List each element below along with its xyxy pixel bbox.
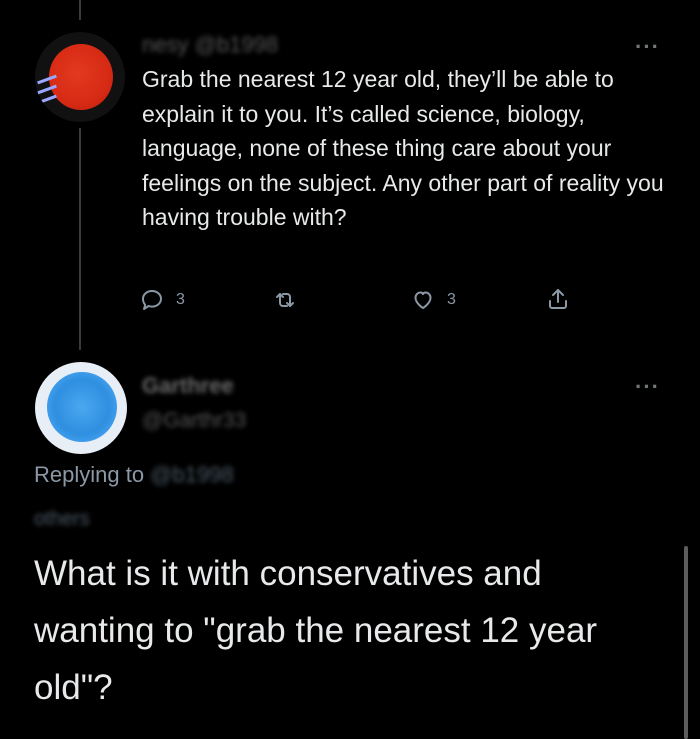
- thread-line: [79, 128, 81, 350]
- retweet-icon: [276, 293, 294, 307]
- avatar[interactable]: [35, 362, 127, 454]
- display-name[interactable]: Garthree: [142, 373, 234, 399]
- replying-to-handle[interactable]: @b1998: [150, 462, 234, 487]
- reply-button[interactable]: 3: [140, 288, 185, 312]
- replying-to-label: Replying to: [34, 462, 145, 487]
- retweet-button[interactable]: [273, 288, 297, 312]
- more-icon[interactable]: ···: [635, 374, 660, 400]
- like-button[interactable]: 3: [411, 288, 456, 312]
- reply-count: 3: [176, 291, 185, 308]
- share-button[interactable]: [546, 287, 570, 311]
- share-icon: [549, 289, 567, 309]
- like-count: 3: [447, 291, 456, 308]
- replying-to: Replying to @b1998: [34, 462, 234, 488]
- tweet-text: Grab the nearest 12 year old, they’ll be…: [142, 66, 664, 230]
- like-icon: [414, 291, 432, 309]
- scrollbar[interactable]: [684, 546, 688, 739]
- avatar[interactable]: [35, 32, 125, 122]
- tweet-text: What is it with conservatives and wantin…: [34, 554, 598, 707]
- replying-to-others[interactable]: others: [34, 508, 90, 531]
- tweet-handle[interactable]: @Garthr33: [142, 409, 246, 433]
- tweet-handle[interactable]: nesy @b1998: [142, 32, 278, 58]
- more-icon[interactable]: ···: [635, 34, 660, 60]
- thread-line: [79, 0, 81, 20]
- reply-icon: [142, 290, 162, 310]
